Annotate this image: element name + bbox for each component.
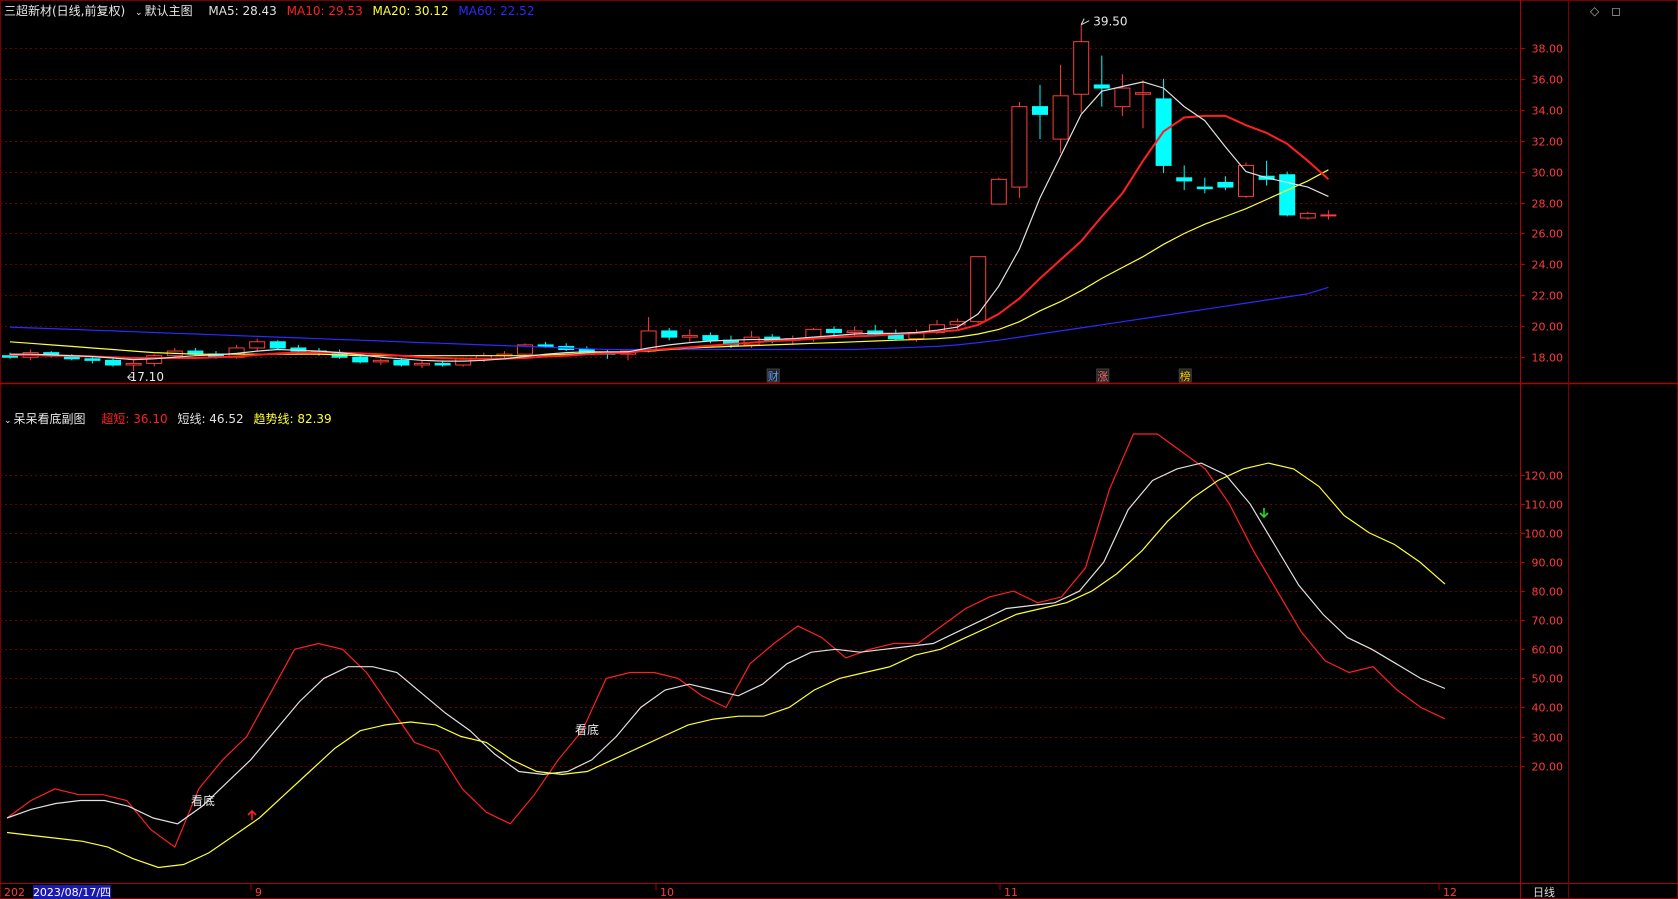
candle-down	[826, 328, 842, 333]
sub-view-dropdown[interactable]: ⌄ 呆呆看底副图	[4, 412, 92, 426]
sub-tick-label: 70.00	[1532, 615, 1564, 628]
candle-down	[1176, 177, 1193, 182]
candle-up	[1135, 92, 1151, 95]
bottom-signal-label: 看底	[575, 722, 599, 737]
candle-up	[846, 330, 863, 333]
candle-up	[249, 341, 266, 349]
candle-down	[702, 335, 719, 341]
candle-down	[105, 359, 121, 366]
short-line	[6, 462, 1446, 825]
sub-tick-label: 50.00	[1532, 673, 1564, 686]
bottom-signal-label: 看底	[191, 793, 215, 808]
candle-down	[537, 344, 554, 347]
candle-up	[414, 362, 430, 366]
ma60-label: MA60: 22.52	[458, 4, 535, 18]
ma10-line	[10, 114, 1330, 360]
main-chart-header: 三超新材(日线,前复权) ⌄ 默认主图 MA5: 28.43 MA10: 29.5…	[4, 4, 540, 20]
chevron-down-icon: ⌄	[135, 8, 143, 18]
chart-view-dropdown[interactable]: ⌄ 默认主图	[135, 4, 199, 18]
sub-chart-title: 呆呆看底副图	[13, 412, 86, 426]
chevron-down-icon: ⌄	[4, 416, 12, 426]
sub-tick-label: 120.00	[1525, 470, 1564, 483]
month-label: 10	[660, 886, 674, 899]
candle-up	[372, 359, 389, 363]
event-marker: 财	[768, 369, 779, 383]
chart-view-label: 默认主图	[144, 4, 193, 18]
ma5-line	[10, 81, 1329, 362]
event-marker: 榜	[1180, 369, 1191, 383]
month-label: 12	[1443, 886, 1457, 899]
candle-up	[1073, 41, 1090, 95]
period-tab[interactable]: 日线	[1533, 885, 1555, 899]
candle-up	[1320, 214, 1337, 217]
ma10-label: MA10: 29.53	[286, 4, 363, 18]
price-tick-label: 38.00	[1532, 43, 1564, 56]
candle-down	[1093, 84, 1110, 89]
price-tick-label: 34.00	[1532, 105, 1564, 118]
sub-tick-label: 40.00	[1532, 702, 1564, 715]
candle-down	[1032, 106, 1048, 115]
price-tick-label: 20.00	[1532, 321, 1564, 334]
price-tick-label: 28.00	[1532, 198, 1564, 211]
stock-title[interactable]: 三超新材(日线,前复权)	[4, 4, 125, 18]
ma20-line	[9, 169, 1329, 357]
candle-down	[2, 355, 18, 358]
window-controls: ◇ ◻	[1590, 4, 1621, 18]
candle-down	[1217, 181, 1234, 188]
time-axis-start: 202	[4, 886, 25, 899]
cursor-date: 2023/08/17/四	[33, 886, 111, 899]
candle-up	[125, 362, 142, 366]
candle-down	[434, 362, 451, 366]
trend-line-label: 趋势线: 82.39	[253, 412, 332, 426]
candle-down	[269, 341, 286, 349]
sell-arrow-icon	[1259, 508, 1269, 519]
window-frame	[0, 0, 1678, 899]
short-line-label: 短线: 46.52	[177, 412, 244, 426]
candle-up	[1011, 106, 1028, 188]
candle-up	[681, 335, 698, 338]
stock-chart-window[interactable]: 38.00 36.00 34.00 32.00 30.00 28.00 26.00 24.00…	[0, 0, 1678, 899]
sub-tick-label: 80.00	[1532, 586, 1564, 599]
price-tick-label: 22.00	[1532, 290, 1564, 303]
high-price-label: 39.50	[1093, 15, 1127, 29]
price-tick-label: 18.00	[1532, 352, 1564, 365]
diamond-icon[interactable]: ◇	[1590, 4, 1599, 18]
ma5-label: MA5: 28.43	[208, 4, 277, 18]
candle-down	[84, 358, 101, 361]
sub-tick-label: 60.00	[1532, 644, 1564, 657]
sub-tick-label: 110.00	[1525, 499, 1564, 512]
price-tick-label: 24.00	[1532, 259, 1564, 272]
price-tick-label: 32.00	[1532, 136, 1564, 149]
candle-up	[1238, 164, 1254, 197]
buy-arrow-icon	[247, 809, 257, 820]
sub-tick-label: 100.00	[1525, 528, 1564, 541]
price-tick-label: 36.00	[1532, 74, 1564, 87]
low-price-label: 17.10	[130, 370, 164, 384]
trend-line	[6, 462, 1446, 869]
candle-up	[1114, 87, 1131, 108]
candle-down	[393, 359, 410, 366]
sub-tick-label: 30.00	[1532, 732, 1564, 745]
month-label: 11	[1004, 886, 1018, 899]
restore-icon[interactable]: ◻	[1611, 4, 1621, 18]
candle-down	[352, 356, 369, 363]
sub-tick-label: 90.00	[1532, 557, 1564, 570]
sub-tick-label: 20.00	[1532, 761, 1564, 774]
ma20-label: MA20: 30.12	[372, 4, 449, 18]
candle-down	[661, 330, 678, 338]
high-arrow-icon	[1080, 18, 1090, 26]
month-label: 9	[255, 886, 262, 899]
ultra-short-line	[6, 433, 1446, 849]
candle-down	[1196, 186, 1213, 190]
candle-up	[1052, 95, 1069, 140]
ultra-short-label: 超短: 36.10	[101, 412, 168, 426]
price-tick-label: 26.00	[1532, 228, 1564, 241]
price-tick-label: 30.00	[1532, 167, 1564, 180]
candle-up	[1299, 212, 1316, 219]
chart-canvas[interactable]: 38.00 36.00 34.00 32.00 30.00 28.00 26.00 24.00…	[0, 0, 1678, 899]
candle-up	[970, 256, 987, 323]
event-marker: 涨	[1097, 370, 1108, 383]
candle-up	[990, 178, 1007, 205]
sub-chart-header: ⌄ 呆呆看底副图 超短: 36.10 短线: 46.52 趋势线: 82.39	[4, 412, 338, 428]
